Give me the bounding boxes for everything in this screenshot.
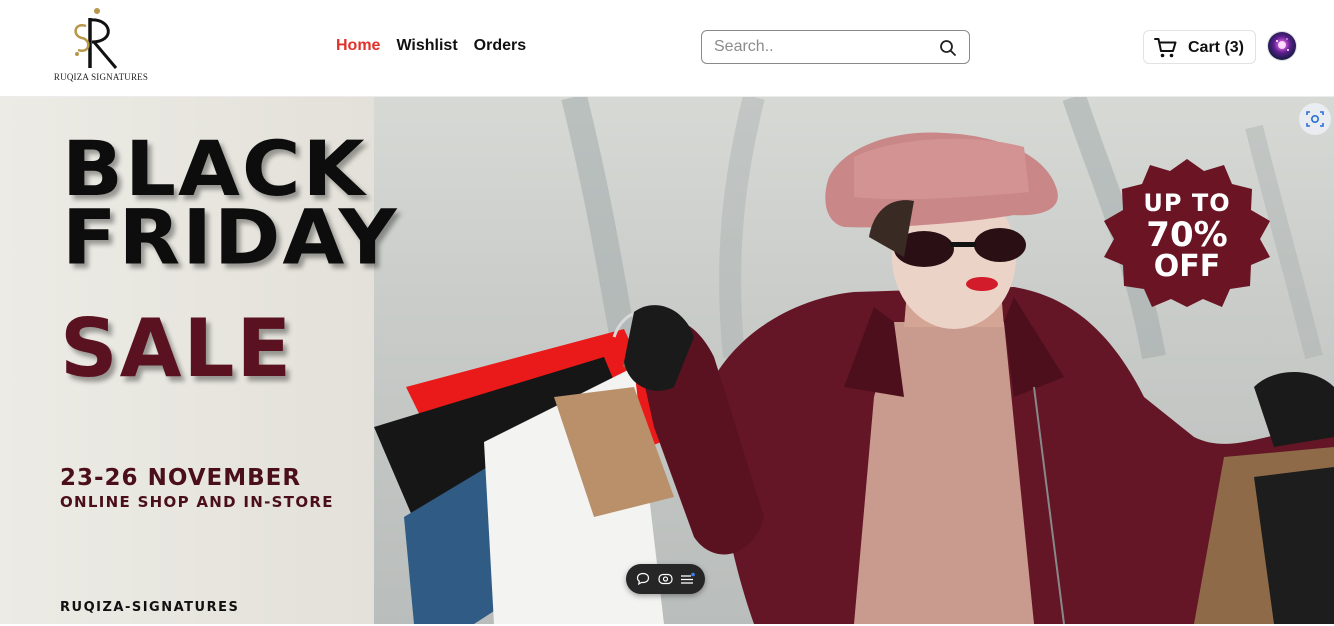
title-friday-text: FRIDAY <box>62 192 399 282</box>
search-box <box>701 30 970 64</box>
search-icon[interactable] <box>939 39 957 57</box>
cart-button[interactable]: Cart (3) <box>1143 30 1256 64</box>
badge-line-off: OFF <box>1153 249 1221 284</box>
brand-logo[interactable]: RUQIZA SIGNATURES <box>50 6 152 90</box>
badge-line-percent: 70% <box>1146 215 1228 255</box>
banner-brand-footer: RUQIZA-SIGNATURES <box>60 600 240 615</box>
monogram-logo-icon <box>74 8 118 69</box>
sale-channels: ONLINE SHOP AND IN-STORE <box>60 493 334 511</box>
visual-search-icon <box>1306 111 1324 127</box>
search-input[interactable] <box>714 37 934 57</box>
banner-title: BLACK FRIDAY <box>62 131 399 282</box>
nav-orders-link[interactable]: Orders <box>474 37 526 55</box>
cart-icon <box>1154 37 1178 64</box>
nav-wishlist-link[interactable]: Wishlist <box>396 37 457 55</box>
comment-icon[interactable] <box>634 570 652 588</box>
brand-name: RUQIZA SIGNATURES <box>53 72 149 82</box>
main-nav: Home Wishlist Orders <box>336 37 526 55</box>
site-header: RUQIZA SIGNATURES Home Wishlist Orders C… <box>0 0 1334 97</box>
cart-label: Cart (3) <box>1188 39 1245 56</box>
visual-search-button[interactable] <box>1299 103 1331 135</box>
sale-dates: 23-26 NOVEMBER <box>60 465 302 491</box>
nav-home-link[interactable]: Home <box>336 37 380 55</box>
hero-banner[interactable]: BLACK FRIDAY SALE 23-26 NOVEMBER ONLINE … <box>0 97 1334 624</box>
menu-icon[interactable] <box>679 570 697 588</box>
discount-badge: UP TO 70% OFF <box>1100 159 1274 307</box>
title-sale-text: SALE <box>60 302 294 395</box>
user-avatar[interactable] <box>1268 32 1296 60</box>
floating-toolbar <box>626 564 705 594</box>
badge-text: UP TO 70% OFF <box>1100 187 1274 283</box>
eye-icon[interactable] <box>656 570 674 588</box>
avatar-galaxy-icon <box>1276 38 1289 51</box>
